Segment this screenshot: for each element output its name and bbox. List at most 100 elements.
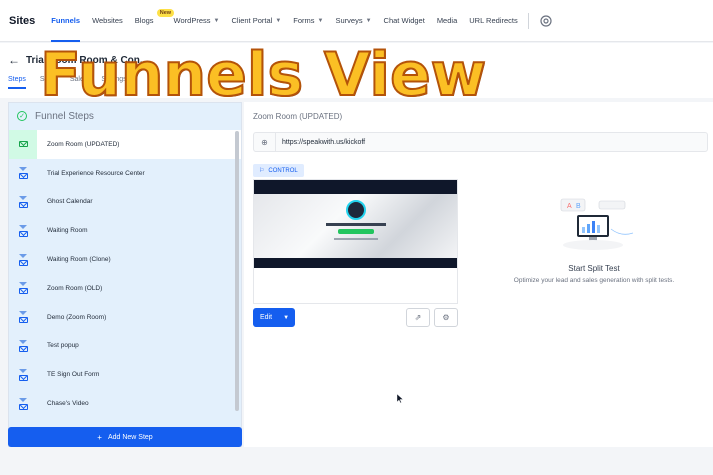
funnel-steps-header: ✓ Funnel Steps	[9, 103, 241, 129]
chevron-down-icon: ▼	[283, 314, 290, 321]
tab-steps[interactable]: Steps	[8, 76, 26, 89]
funnel-title-row: ← Trial Zoom Room & Con...	[8, 53, 148, 67]
funnel-step[interactable]: Waiting Room (Clone)	[9, 245, 241, 274]
funnel-steps-list: Zoom Room (UPDATED) Trial Experience Res…	[9, 130, 241, 418]
step-page-name: Zoom Room (UPDATED)	[253, 112, 343, 121]
step-icon-column	[9, 130, 37, 159]
add-new-step-label: Add New Step	[107, 433, 153, 441]
step-icon-column	[9, 159, 37, 188]
edit-label: Edit	[260, 314, 273, 321]
split-test-empty-state: A B Start Split Test Optimize your lead …	[494, 192, 694, 292]
step-icon-column	[9, 332, 37, 361]
nav-funnels[interactable]: Funnels	[51, 0, 80, 42]
step-icon-column	[9, 303, 37, 332]
mail-icon	[18, 141, 28, 148]
tab-settings[interactable]: Settings	[101, 76, 126, 89]
split-test-subtitle: Optimize your lead and sales generation …	[513, 277, 675, 284]
chevron-down-icon: ▼	[317, 17, 324, 24]
step-icon-column	[9, 274, 37, 303]
funnel-step[interactable]: Chase's Video	[9, 389, 241, 418]
funnel-title: Trial Zoom Room & Con...	[26, 54, 149, 66]
nav-media[interactable]: Media	[437, 0, 457, 42]
tab-stats[interactable]: Stats	[40, 76, 56, 89]
preview-hero	[254, 194, 457, 258]
preview-text-line	[334, 238, 378, 240]
gear-icon[interactable]	[539, 14, 553, 28]
split-test-illustration-icon: A B	[560, 198, 634, 250]
nav-websites[interactable]: Websites	[92, 0, 123, 42]
funnel-step[interactable]: Zoom Room (OLD)	[9, 274, 241, 303]
step-label: Test popup	[47, 342, 79, 350]
external-link-icon: ⇗	[414, 313, 422, 322]
preview-cta	[338, 229, 374, 234]
page-preview-thumbnail[interactable]	[253, 179, 458, 304]
nav-forms[interactable]: Forms ▼	[293, 0, 323, 42]
chevron-down-icon: ▼	[365, 17, 372, 24]
nav-divider	[527, 12, 529, 29]
nav-wordpress[interactable]: WordPress ▼	[174, 0, 220, 42]
funnel-tabs: Steps Stats Sales Settings	[8, 76, 141, 89]
mail-icon	[18, 230, 28, 237]
nav-url-redirects[interactable]: URL Redirects	[469, 0, 518, 42]
funnel-step[interactable]: Trial Experience Resource Center	[9, 159, 241, 188]
step-label: Waiting Room (Clone)	[47, 256, 111, 264]
control-label: CONTROL	[268, 167, 298, 174]
funnel-step[interactable]: Zoom Room (UPDATED)	[9, 130, 241, 159]
step-label: Chase's Video	[47, 400, 89, 408]
bottom-strip	[0, 447, 713, 475]
mail-icon	[18, 317, 28, 324]
edit-button[interactable]: Edit ▼	[253, 308, 295, 327]
funnel-subheader: ← Trial Zoom Room & Con... Steps Stats S…	[0, 43, 713, 98]
back-arrow-icon[interactable]: ←	[8, 53, 20, 67]
step-label: Ghost Calendar	[47, 198, 93, 206]
funnel-step[interactable]: Test popup	[9, 332, 241, 361]
nav-client-portal[interactable]: Client Portal ▼	[231, 0, 281, 42]
nav-blogs[interactable]: Blogs New	[135, 0, 175, 42]
top-navigation: Sites Funnels Websites Blogs New WordPres…	[0, 0, 713, 42]
steps-scrollbar[interactable]	[235, 131, 239, 411]
preview-heading	[326, 223, 386, 226]
mail-icon	[18, 259, 28, 266]
funnel-steps-panel: ✓ Funnel Steps Zoom Room (UPDATED) Trial…	[8, 102, 242, 447]
svg-text:B: B	[576, 203, 581, 210]
flag-icon: ⚐	[259, 168, 265, 174]
step-url-bar[interactable]: ⊕ https://speakwith.us/kickoff	[253, 132, 708, 152]
step-icon-column	[9, 188, 37, 217]
check-circle-icon: ✓	[17, 111, 27, 121]
funnel-step[interactable]: Ghost Calendar	[9, 188, 241, 217]
funnel-step[interactable]: TE Sign Out Form	[9, 360, 241, 389]
gear-icon: ⚙	[442, 313, 450, 322]
globe-icon: ⊕	[254, 133, 276, 151]
mail-icon	[18, 288, 28, 295]
open-external-button[interactable]: ⇗	[406, 308, 430, 327]
step-label: Trial Experience Resource Center	[47, 169, 145, 177]
funnel-step[interactable]: Waiting Room	[9, 216, 241, 245]
tab-sales[interactable]: Sales	[70, 76, 88, 89]
step-icon-column	[9, 216, 37, 245]
nav-surveys[interactable]: Surveys ▼	[335, 0, 371, 42]
control-tag: ⚐ CONTROL	[253, 164, 304, 177]
step-label: Zoom Room (UPDATED)	[47, 140, 120, 148]
mail-icon	[18, 374, 28, 381]
preview-header-bar	[254, 180, 457, 194]
funnel-step[interactable]: Demo (Zoom Room)	[9, 303, 241, 332]
split-test-title: Start Split Test	[568, 264, 620, 273]
preview-logo	[346, 200, 366, 220]
nav-chat-widget[interactable]: Chat Widget	[384, 0, 425, 42]
step-icon-column	[9, 245, 37, 274]
new-badge: New	[156, 8, 175, 17]
step-settings-button[interactable]: ⚙	[434, 308, 458, 327]
step-icon-column	[9, 389, 37, 418]
plus-icon: +	[97, 432, 102, 442]
step-url[interactable]: https://speakwith.us/kickoff	[282, 139, 365, 146]
chevron-down-icon: ▼	[275, 17, 282, 24]
app-title: Sites	[9, 14, 36, 27]
add-new-step-button[interactable]: + Add New Step	[8, 427, 242, 447]
mail-icon	[18, 173, 28, 180]
preview-footer-bar	[254, 258, 457, 268]
mouse-cursor-icon	[397, 394, 403, 403]
step-label: Demo (Zoom Room)	[47, 313, 107, 321]
step-label: TE Sign Out Form	[47, 371, 100, 379]
chevron-down-icon: ▼	[213, 17, 220, 24]
mail-icon	[18, 201, 28, 208]
